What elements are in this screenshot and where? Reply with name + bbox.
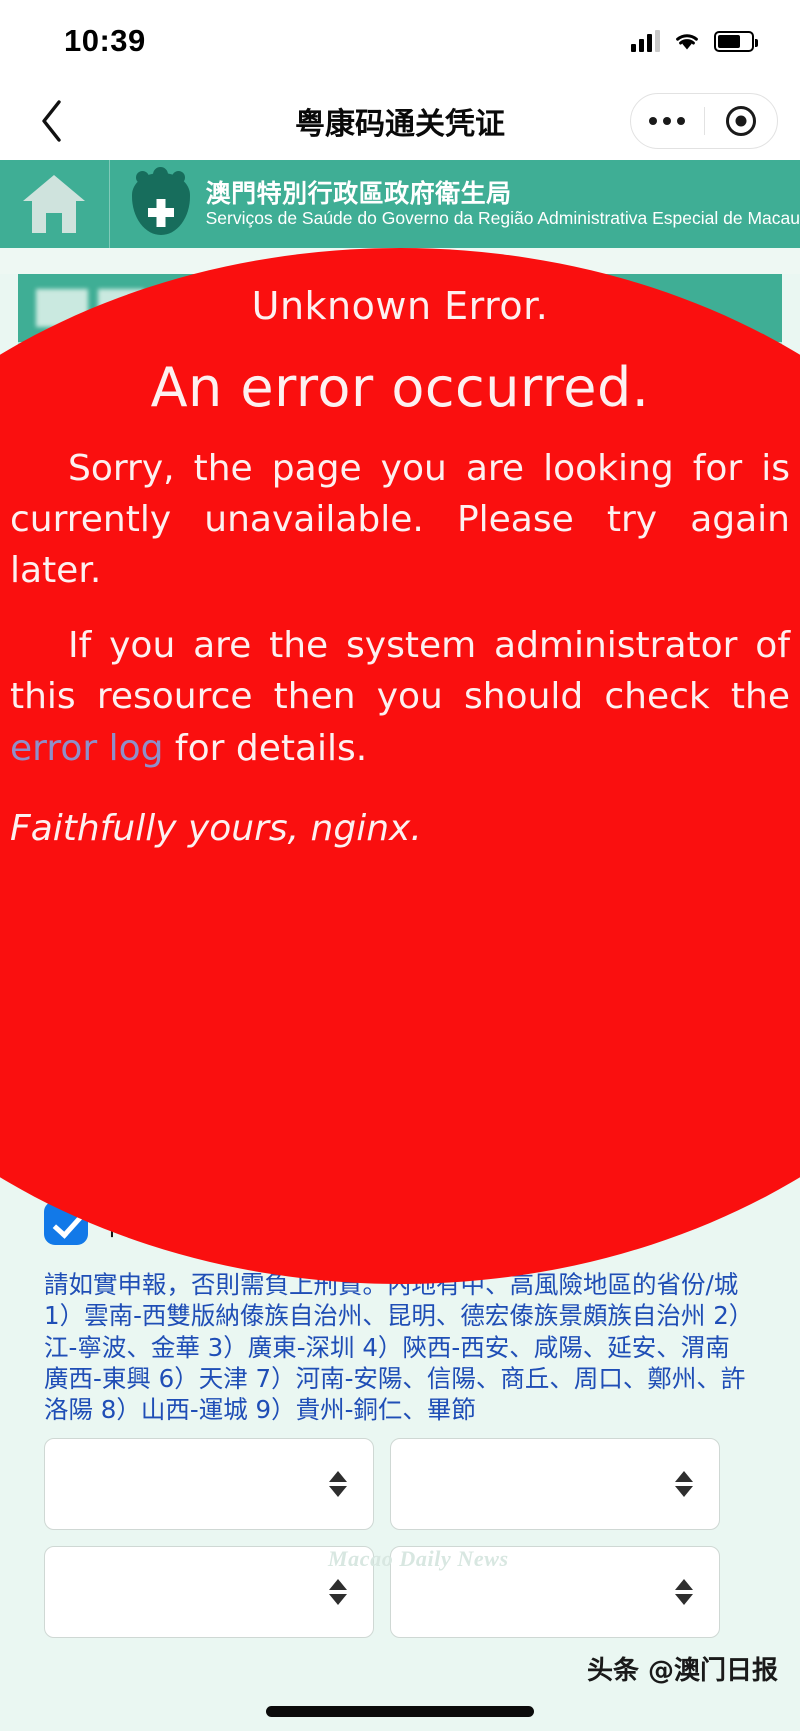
wifi-icon: [673, 30, 701, 52]
notice-line: 洛陽 8）山西-運城 9）貴州-銅仁、畢節: [44, 1395, 476, 1425]
error-paragraph-2-after: for details.: [163, 727, 368, 769]
target-close-icon[interactable]: [705, 106, 778, 136]
cellular-signal-icon: [631, 30, 660, 52]
location-select-grid: [0, 1426, 800, 1638]
org-name-cn: 澳門特別行政區政府衛生局: [205, 179, 512, 209]
location-select-2[interactable]: [390, 1437, 720, 1530]
toutiao-watermark: 头条 @澳门日报: [586, 1656, 778, 1686]
nav-bar: 粤康码通关凭证: [0, 82, 800, 160]
error-log-link[interactable]: error log: [10, 728, 163, 769]
wechat-capsule: [630, 93, 778, 149]
notice-line: 1）雲南-西雙版納傣族自治州、昆明、德宏傣族景頗族自治州 2）: [44, 1301, 754, 1331]
error-title: Unknown Error.: [251, 284, 549, 328]
error-paragraph-2: If you are the system administrator of t…: [0, 596, 800, 773]
status-time: 10:39: [64, 23, 146, 58]
location-select-4[interactable]: [390, 1545, 720, 1638]
notice-line: 江-寧波、金華 3）廣東-深圳 4）陝西-西安、咸陽、延安、渭南: [44, 1332, 730, 1362]
stepper-updown-icon: [675, 1578, 693, 1605]
stepper-updown-icon: [675, 1470, 693, 1497]
error-paragraph-2-before: If you are the system administrator of t…: [10, 625, 790, 718]
org-name-pt: Serviços de Saúde do Governo da Região A…: [205, 208, 800, 229]
battery-icon: [714, 30, 758, 52]
phone-screen: 10:39 粤康码通关凭证 澳門特別行政區政府衛生局 Serviços de S…: [0, 0, 800, 1731]
error-subtitle: An error occurred.: [150, 356, 650, 419]
risk-area-notice: 請如實申報，否則需負上刑責。內地有中、高風險地區的省份/城 1）雲南-西雙版納傣…: [0, 1263, 800, 1426]
status-icons: [631, 30, 758, 52]
home-indicator[interactable]: [266, 1706, 534, 1717]
more-dots-icon[interactable]: [631, 117, 704, 125]
back-chevron-icon[interactable]: [22, 99, 82, 143]
error-overlay-circle: Unknown Error. An error occurred. Sorry,…: [0, 248, 800, 1284]
home-icon: [23, 175, 86, 233]
stepper-updown-icon: [329, 1470, 347, 1497]
stepper-updown-icon: [329, 1578, 347, 1605]
brand-block: 澳門特別行政區政府衛生局 Serviços de Saúde do Govern…: [110, 160, 800, 248]
home-button[interactable]: [0, 160, 110, 248]
notice-line: 廣西-東興 6）天津 7）河南-安陽、信陽、商丘、周口、鄭州、許: [44, 1364, 746, 1394]
status-bar: 10:39: [0, 0, 800, 82]
location-select-3[interactable]: [44, 1545, 374, 1638]
location-select-1[interactable]: [44, 1437, 374, 1530]
error-paragraph-1: Sorry, the page you are looking for is c…: [10, 448, 790, 592]
health-shield-icon: [131, 167, 190, 235]
error-signature: Faithfully yours, nginx.: [10, 807, 422, 849]
site-header: 澳門特別行政區政府衛生局 Serviços de Saúde do Govern…: [0, 160, 800, 248]
